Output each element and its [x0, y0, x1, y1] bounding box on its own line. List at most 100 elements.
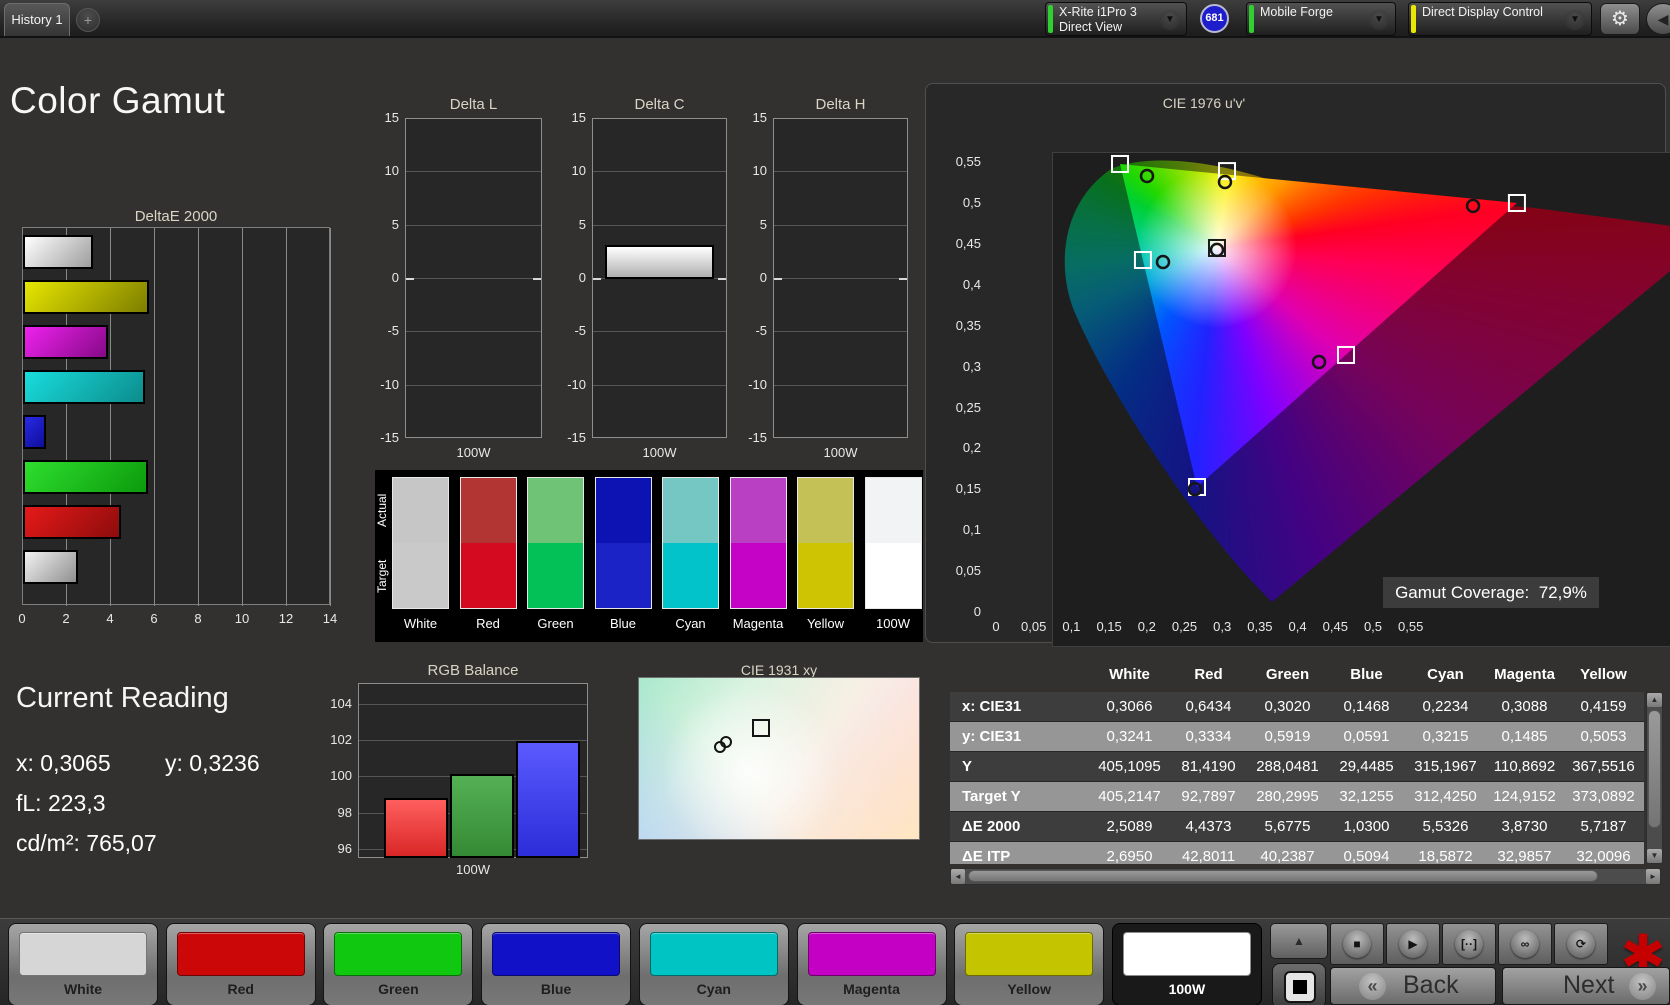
target-swatch	[595, 543, 651, 608]
rgb-bar-red	[384, 798, 448, 858]
rgb-ytick: 102	[330, 732, 352, 748]
pattern-button-red[interactable]: Red	[165, 923, 316, 1005]
table-header-row: White Red Green Blue Cyan Magenta Yellow	[950, 658, 1644, 692]
table-header-white: White	[1109, 666, 1150, 683]
next-button[interactable]: Next »	[1502, 967, 1670, 1005]
pattern-size-button[interactable]: [··]	[1442, 923, 1496, 965]
pattern-button-white[interactable]: White	[8, 923, 158, 1005]
actual-swatch	[528, 478, 583, 543]
measured-marker-white	[719, 735, 732, 748]
actual-swatch	[460, 478, 516, 543]
table-cell: 0,3241	[1106, 728, 1153, 745]
zero-tick	[774, 278, 782, 280]
target-swatch	[798, 543, 853, 608]
deltae-bar-magenta	[23, 325, 109, 359]
measured-marker-green	[1139, 168, 1155, 184]
deltae-bar-red	[23, 505, 121, 539]
source-status-stripe	[1249, 5, 1254, 33]
table-header-red: Red	[1194, 666, 1223, 683]
rgb-bar-green	[450, 773, 514, 858]
table-cell: 288,0481	[1256, 758, 1319, 775]
play-button[interactable]: ▶	[1386, 923, 1440, 965]
pattern-up-button[interactable]: ▲	[1270, 923, 1328, 959]
table-vertical-scrollbar[interactable]: ▲ ▼	[1646, 692, 1663, 864]
swatch-column-100w	[864, 477, 922, 609]
pattern-button-100w[interactable]: 100W	[1111, 923, 1262, 1005]
table-cell: 405,1095	[1098, 758, 1161, 775]
table-cell: 0,1468	[1343, 698, 1390, 715]
collapse-panel-button[interactable]: ◀	[1646, 3, 1670, 35]
hscroll-thumb[interactable]	[968, 870, 1598, 882]
gridline	[406, 171, 541, 173]
gridline	[593, 171, 726, 173]
meter-mode: Direct View	[1059, 20, 1122, 34]
display-control-dropdown[interactable]: Direct Display Control ▼	[1408, 2, 1592, 36]
stop-button[interactable]: ■	[1330, 923, 1384, 965]
pattern-button-magenta[interactable]: Magenta	[796, 923, 947, 1005]
delta-ytick: 15	[384, 110, 399, 125]
table-cell: 315,1967	[1414, 758, 1477, 775]
table-cell: 92,7897	[1181, 788, 1236, 805]
pattern-bar: ▲ ✱ « Back Next » White Red Green Blue Cyan M…	[0, 918, 1670, 1005]
vscroll-thumb[interactable]	[1648, 710, 1661, 828]
pattern-source-dropdown[interactable]: Mobile Forge ▼	[1246, 2, 1396, 36]
scroll-down-arrow-icon[interactable]: ▼	[1647, 849, 1662, 863]
delta-xlabel: 100W	[823, 445, 858, 460]
top-bar: History 1 + X-Rite i1Pro 3 Direct View ▼…	[0, 0, 1670, 38]
add-tab-button[interactable]: +	[76, 8, 100, 32]
table-cell: 367,5516	[1572, 758, 1635, 775]
pattern-chip	[807, 932, 936, 976]
deltae-xtick: 6	[150, 611, 158, 626]
display-control-name: Direct Display Control	[1422, 5, 1543, 19]
gridline	[774, 331, 907, 333]
table-cell: 124,9152	[1493, 788, 1556, 805]
delta-ytick: -15	[748, 430, 767, 445]
play-button-icon: ▶	[1399, 930, 1427, 958]
meter-status-stripe	[1048, 5, 1053, 33]
refresh-button[interactable]: ⟳	[1554, 923, 1608, 965]
scroll-up-arrow-icon[interactable]: ▲	[1647, 693, 1662, 707]
pattern-size-button-icon: [··]	[1455, 930, 1483, 958]
measured-marker-magenta	[1311, 354, 1327, 370]
gridline	[286, 228, 287, 606]
chevron-down-icon: ▼	[1369, 10, 1389, 30]
pattern-button-label: Blue	[540, 981, 572, 997]
pattern-window-button[interactable]	[1272, 963, 1326, 1005]
delta-xlabel: 100W	[456, 445, 491, 460]
delta-ytick: -10	[748, 376, 767, 392]
pattern-button-cyan[interactable]: Cyan	[638, 923, 789, 1005]
target-swatch	[528, 543, 583, 608]
gridline	[406, 224, 541, 226]
table-row-label: ΔE 2000	[962, 818, 1021, 835]
table-cell: 0,3066	[1106, 698, 1153, 715]
settings-button[interactable]: ⚙	[1600, 3, 1640, 35]
table-row: Target Y 405,2147 92,7897 280,2995 32,1255 31…	[950, 782, 1644, 812]
swatch-label: Cyan	[675, 616, 706, 631]
current-reading-fl: fL: 223,3	[16, 790, 106, 816]
target-marker-cyan	[1133, 251, 1152, 270]
pattern-button-label: Cyan	[696, 981, 731, 997]
history-tab[interactable]: History 1	[4, 3, 70, 36]
loop-button[interactable]: ∞	[1498, 923, 1552, 965]
pattern-button-yellow[interactable]: Yellow	[954, 923, 1105, 1005]
table-cell: 1,0300	[1343, 818, 1390, 835]
pattern-chip	[492, 932, 621, 976]
pattern-button-blue[interactable]: Blue	[481, 923, 632, 1005]
table-cell: 2,6950	[1106, 848, 1153, 864]
back-button[interactable]: « Back	[1330, 967, 1496, 1005]
deltae-xtick: 14	[322, 611, 338, 626]
table-cell: 5,5326	[1422, 818, 1469, 835]
scroll-left-arrow-icon[interactable]: ◄	[951, 869, 965, 884]
swatch-column-blue	[594, 477, 652, 609]
swatch-label: Red	[476, 616, 500, 631]
table-cell: 0,2234	[1422, 698, 1469, 715]
meter-dropdown[interactable]: X-Rite i1Pro 3 Direct View ▼	[1045, 2, 1187, 36]
table-horizontal-scrollbar[interactable]: ◄ ►	[950, 868, 1661, 885]
pattern-button-green[interactable]: Green	[323, 923, 474, 1005]
page-title: Color Gamut	[10, 80, 226, 121]
scroll-right-arrow-icon[interactable]: ►	[1646, 869, 1660, 884]
delta-bar	[605, 244, 714, 279]
table-row-label: ΔE ITP	[962, 848, 1011, 864]
deltae-xtick: 4	[106, 611, 114, 626]
delta-xlabel: 100W	[642, 445, 677, 460]
